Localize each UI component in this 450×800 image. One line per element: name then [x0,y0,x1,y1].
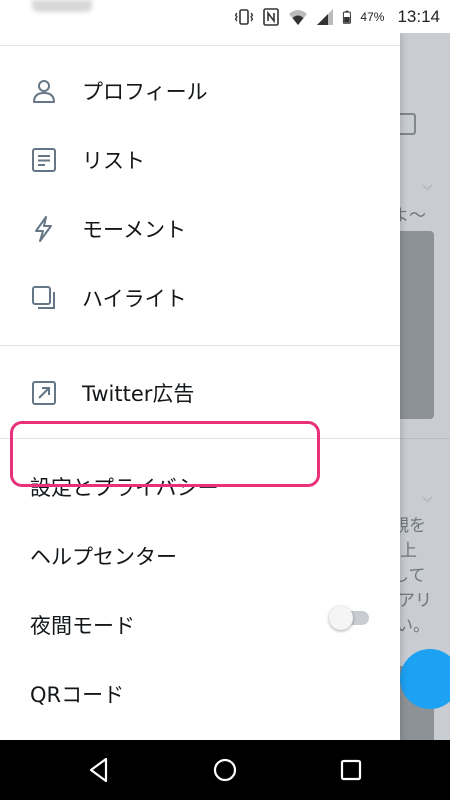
lightning-icon [35,216,52,242]
timeline-media [400,231,434,419]
clock: 13:14 [397,7,440,26]
wifi-icon [289,10,308,25]
menu-item-profile[interactable]: プロフィール [0,61,400,121]
menu-item-label: QRコード [30,683,125,707]
chevron-down-icon: ⌵ [422,490,433,506]
menu-item-twitter-ads[interactable]: Twitter広告 [0,363,400,423]
navigation-drawer: プロフィール リスト モーメント ハイライト Twitter広告 設定とプライバ… [0,33,400,740]
battery-icon [343,10,352,24]
vibrate-icon [235,9,254,25]
menu-item-qr-code[interactable]: QRコード [0,664,400,724]
toggle-knob [329,606,353,630]
battery-percent: 47% [360,10,385,24]
menu-item-highlights[interactable]: ハイライト [0,268,400,328]
timeline-text: して [400,566,426,586]
external-link-icon [32,381,56,405]
person-icon [33,80,55,103]
timeline-text: アリ [400,591,432,611]
menu-item-label: ヘルプセンター [30,545,177,569]
chevron-down-icon: ⌵ [422,178,433,194]
timeline-divider [400,438,450,439]
recents-icon[interactable] [336,755,366,785]
status-bar: 47% 13:14 [0,0,450,33]
background-timeline: ⌵ よ～ ⌵ 覗を 上 して アリ い。 [400,33,450,740]
menu-item-label: モーメント [82,218,187,242]
android-nav-bar [0,740,450,800]
timeline-text: い。 [400,616,430,636]
status-notification-blur [32,0,92,12]
menu-item-label: 夜間モード [30,614,135,638]
timeline-text: よ～ [400,206,426,226]
menu-item-label: プロフィール [82,80,208,104]
back-icon[interactable] [84,755,114,785]
divider [0,345,400,346]
status-icons: 47% 13:14 [234,6,440,28]
signal-icon [317,9,334,25]
highlights-icon [32,286,55,309]
compose-icon [400,113,416,135]
timeline-text: 上 [400,541,417,561]
timeline-text: 覗を [400,516,426,536]
divider [0,45,400,46]
menu-item-label: ハイライト [82,287,187,311]
list-icon [32,148,56,172]
menu-item-moments[interactable]: モーメント [0,199,400,259]
menu-item-lists[interactable]: リスト [0,130,400,190]
night-mode-toggle[interactable] [329,606,371,630]
nfc-icon [263,8,280,26]
menu-item-night-mode[interactable]: 夜間モード [0,595,400,655]
home-icon[interactable] [210,755,240,785]
menu-item-help-center[interactable]: ヘルプセンター [0,526,400,586]
menu-item-label: リスト [82,149,145,173]
menu-item-label: Twitter広告 [82,382,195,406]
annotation-highlight-box [10,421,320,487]
